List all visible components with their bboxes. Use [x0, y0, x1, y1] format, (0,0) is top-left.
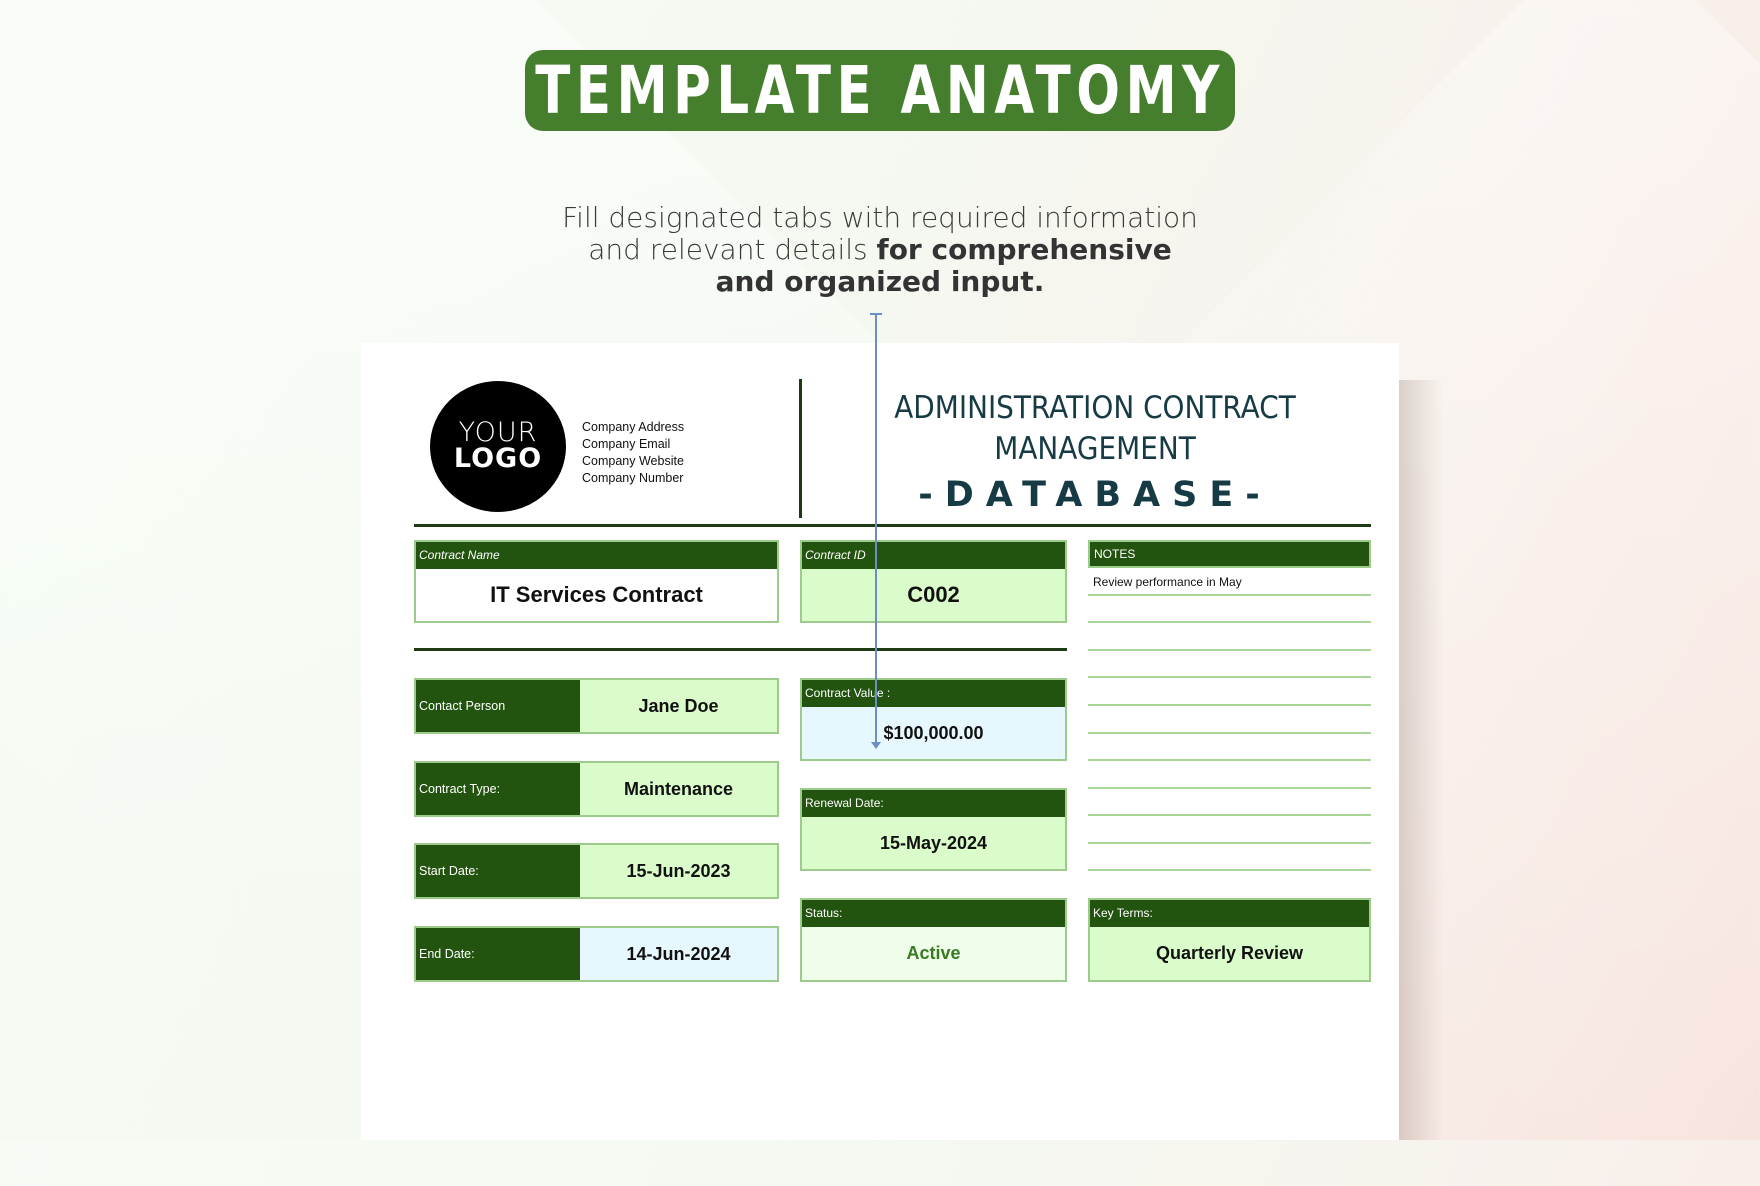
end-date-label: End Date:	[416, 928, 580, 980]
renewal-date-value[interactable]: 15-May-2024	[802, 817, 1065, 869]
contract-type-label: Contract Type:	[416, 763, 580, 815]
start-date-value[interactable]: 15-Jun-2023	[580, 845, 777, 897]
header-divider	[799, 379, 802, 518]
contract-id-value[interactable]: C002	[802, 569, 1065, 621]
note-line[interactable]	[1088, 621, 1371, 623]
header-rule	[414, 524, 1371, 527]
note-line[interactable]	[1088, 759, 1371, 761]
arrow-down-icon	[871, 742, 881, 749]
annotation-connector	[875, 314, 877, 746]
company-website[interactable]: Company Website	[582, 453, 684, 470]
note-line[interactable]	[1088, 869, 1371, 871]
banner-title: TEMPLATE ANATOMY	[535, 52, 1225, 129]
contract-name-field: Contract Name IT Services Contract	[414, 540, 779, 623]
logo-line2: LOGO	[453, 443, 543, 474]
instruction-caption: Fill designated tabs with required infor…	[560, 202, 1200, 298]
note-line[interactable]	[1088, 787, 1371, 789]
title-line2: MANAGEMENT	[994, 431, 1196, 467]
note-line[interactable]	[1088, 842, 1371, 844]
start-date-label: Start Date:	[416, 845, 580, 897]
section-rule	[414, 648, 1067, 651]
contract-value-field: Contract Value : $100,000.00	[800, 678, 1067, 761]
contact-person-field: Contact Person Jane Doe	[414, 678, 779, 734]
key-terms-field: Key Terms: Quarterly Review	[1088, 898, 1371, 982]
status-label: Status:	[802, 900, 1065, 927]
template-anatomy-banner: TEMPLATE ANATOMY	[525, 50, 1235, 131]
note-line[interactable]	[1088, 594, 1371, 596]
renewal-date-label: Renewal Date:	[802, 790, 1065, 817]
status-field: Status: Active	[800, 898, 1067, 982]
note-line[interactable]	[1088, 704, 1371, 706]
contact-person-label: Contact Person	[416, 680, 580, 732]
key-terms-value[interactable]: Quarterly Review	[1090, 927, 1369, 980]
company-number[interactable]: Company Number	[582, 470, 684, 487]
contact-person-value[interactable]: Jane Doe	[580, 680, 777, 732]
page-shadow	[1399, 380, 1444, 1140]
contract-value-label: Contract Value :	[802, 680, 1065, 707]
company-logo: YOUR LOGO	[430, 381, 566, 512]
contract-value-value[interactable]: $100,000.00	[802, 707, 1065, 759]
renewal-date-field: Renewal Date: 15-May-2024	[800, 788, 1067, 871]
document-title: ADMINISTRATION CONTRACT MANAGEMENT -DATA…	[820, 388, 1370, 520]
note-line[interactable]	[1088, 649, 1371, 651]
contract-type-field: Contract Type: Maintenance	[414, 761, 779, 817]
company-email[interactable]: Company Email	[582, 436, 684, 453]
end-date-field: End Date: 14-Jun-2024	[414, 926, 779, 982]
status-value[interactable]: Active	[802, 927, 1065, 980]
contract-name-value[interactable]: IT Services Contract	[416, 569, 777, 621]
contract-name-label: Contract Name	[416, 542, 777, 569]
company-address[interactable]: Company Address	[582, 419, 684, 436]
note-line-text[interactable]: Review performance in May	[1093, 575, 1242, 589]
contract-id-field: Contract ID C002	[800, 540, 1067, 623]
note-line[interactable]	[1088, 732, 1371, 734]
contract-type-value[interactable]: Maintenance	[580, 763, 777, 815]
key-terms-label: Key Terms:	[1090, 900, 1369, 927]
contract-id-label: Contract ID	[802, 542, 1065, 569]
company-info: Company Address Company Email Company We…	[582, 419, 684, 487]
title-line3: -DATABASE-	[918, 475, 1272, 515]
notes-label: NOTES	[1088, 540, 1371, 568]
note-line[interactable]	[1088, 676, 1371, 678]
note-line[interactable]	[1088, 814, 1371, 816]
start-date-field: Start Date: 15-Jun-2023	[414, 843, 779, 899]
end-date-value[interactable]: 14-Jun-2024	[580, 928, 777, 980]
title-line1: ADMINISTRATION CONTRACT	[894, 390, 1296, 426]
